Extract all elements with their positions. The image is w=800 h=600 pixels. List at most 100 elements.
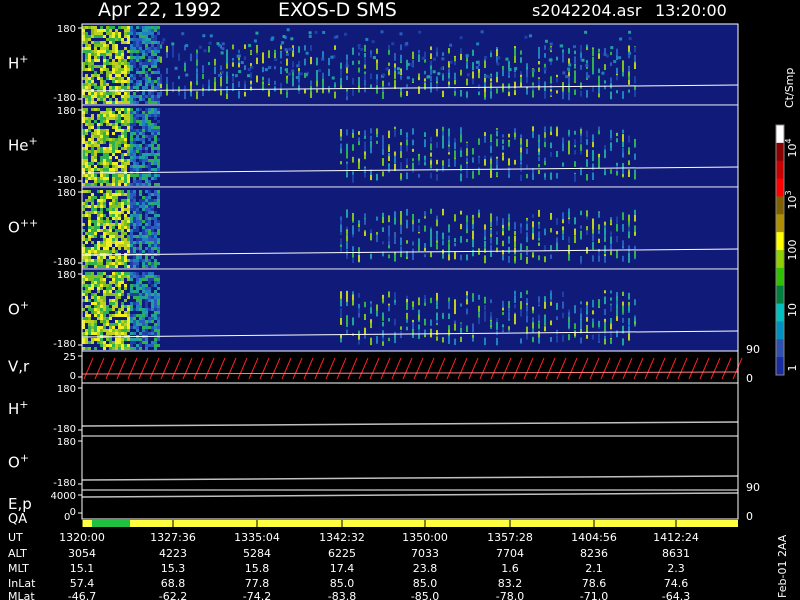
heatmap-cell: [112, 202, 115, 205]
heatmap-cell: [142, 165, 145, 168]
heatmap-cell: [94, 326, 97, 329]
heatmap-cell: [151, 56, 154, 59]
heatmap-cell: [508, 83, 510, 89]
heatmap-cell: [85, 272, 88, 275]
heatmap-cell: [154, 232, 157, 235]
heatmap-cell: [154, 132, 157, 135]
heatmap-cell: [88, 347, 91, 350]
heatmap-cell: [121, 156, 124, 159]
heatmap-cell: [154, 41, 157, 44]
heatmap-cell: [592, 318, 594, 323]
heatmap-cell: [157, 223, 160, 226]
heatmap-cell: [250, 65, 254, 69]
panel-label: O++: [8, 217, 38, 237]
heatmap-cell: [118, 241, 121, 244]
heatmap-cell: [157, 320, 160, 323]
heatmap-cell: [103, 223, 106, 226]
heatmap-cell: [412, 51, 414, 60]
heatmap-cell: [115, 211, 118, 214]
heatmap-cell: [121, 211, 124, 214]
heatmap-cell: [112, 147, 115, 150]
heatmap-cell: [151, 284, 154, 287]
heatmap-cell: [121, 320, 124, 323]
colorbar-segment: [776, 232, 784, 251]
heatmap-cell: [388, 82, 390, 86]
heatmap-cell: [490, 229, 492, 234]
heatmap-cell: [109, 38, 112, 41]
heatmap-cell: [580, 301, 582, 305]
heatmap-cell: [148, 259, 151, 262]
heatmap-cell: [112, 281, 115, 284]
heatmap-cell: [496, 330, 498, 335]
heatmap-cell: [508, 246, 510, 254]
heatmap-cell: [388, 130, 390, 139]
heatmap-cell: [139, 150, 142, 153]
heatmap-cell: [382, 227, 384, 233]
heatmap-cell: [145, 180, 148, 183]
heatmap-cell: [610, 297, 612, 301]
heatmap-cell: [157, 196, 160, 199]
panel-bg: [82, 384, 738, 436]
heatmap-cell: [634, 153, 636, 160]
heatmap-cell: [538, 67, 540, 72]
heatmap-cell: [145, 65, 148, 68]
heatmap-cell: [151, 132, 154, 135]
heatmap-cell: [364, 143, 366, 152]
ephem-value: 2.1: [585, 562, 603, 575]
heatmap-cell: [185, 44, 189, 48]
heatmap-cell: [550, 337, 552, 342]
heatmap-cell: [490, 164, 492, 170]
heatmap-cell: [97, 41, 100, 44]
heatmap-cell: [112, 223, 115, 226]
heatmap-cell: [567, 67, 571, 71]
heatmap-cell: [133, 153, 136, 156]
heatmap-cell: [115, 232, 118, 235]
heatmap-cell: [622, 291, 624, 296]
heatmap-cell: [604, 290, 606, 294]
heatmap-cell: [112, 62, 115, 65]
heatmap-cell: [154, 50, 157, 53]
heatmap-cell: [97, 92, 100, 95]
heatmap-cell: [148, 29, 151, 32]
tick-bottom: -180: [53, 478, 76, 489]
heatmap-cell: [145, 165, 148, 168]
heatmap-cell: [490, 170, 492, 178]
heatmap-cell: [616, 330, 618, 338]
heatmap-cell: [430, 328, 432, 334]
heatmap-cell: [157, 132, 160, 135]
heatmap-cell: [399, 32, 403, 36]
heatmap-cell: [151, 168, 154, 171]
heatmap-cell: [124, 114, 127, 117]
panel-6: O+180-180: [8, 437, 739, 491]
heatmap-cell: [115, 235, 118, 238]
heatmap-cell: [424, 298, 426, 303]
heatmap-cell: [148, 196, 151, 199]
heatmap-cell: [185, 73, 189, 77]
heatmap-cell: [133, 117, 136, 120]
heatmap-cell: [145, 71, 148, 74]
heatmap-cell: [634, 209, 636, 214]
heatmap-cell: [88, 92, 91, 95]
heatmap-cell: [157, 323, 160, 326]
heatmap-cell: [103, 317, 106, 320]
heatmap-cell: [85, 311, 88, 314]
heatmap-cell: [502, 311, 504, 316]
header-time: 13:20:00: [655, 1, 727, 20]
heatmap-cell: [448, 136, 450, 141]
heatmap-cell: [145, 211, 148, 214]
panel-label: O+: [8, 452, 29, 472]
heatmap-cell: [592, 334, 594, 340]
heatmap-cell: [109, 308, 112, 311]
heatmap-cell: [130, 159, 133, 162]
heatmap-cell: [145, 114, 148, 117]
heatmap-cell: [148, 56, 151, 59]
heatmap-cell: [124, 47, 127, 50]
heatmap-cell: [97, 56, 100, 59]
heatmap-cell: [133, 132, 136, 135]
heatmap-cell: [136, 202, 139, 205]
heatmap-cell: [112, 59, 115, 62]
heatmap-cell: [112, 208, 115, 211]
heatmap-cell: [616, 48, 618, 56]
heatmap-cell: [430, 69, 432, 75]
heatmap-cell: [514, 222, 516, 230]
